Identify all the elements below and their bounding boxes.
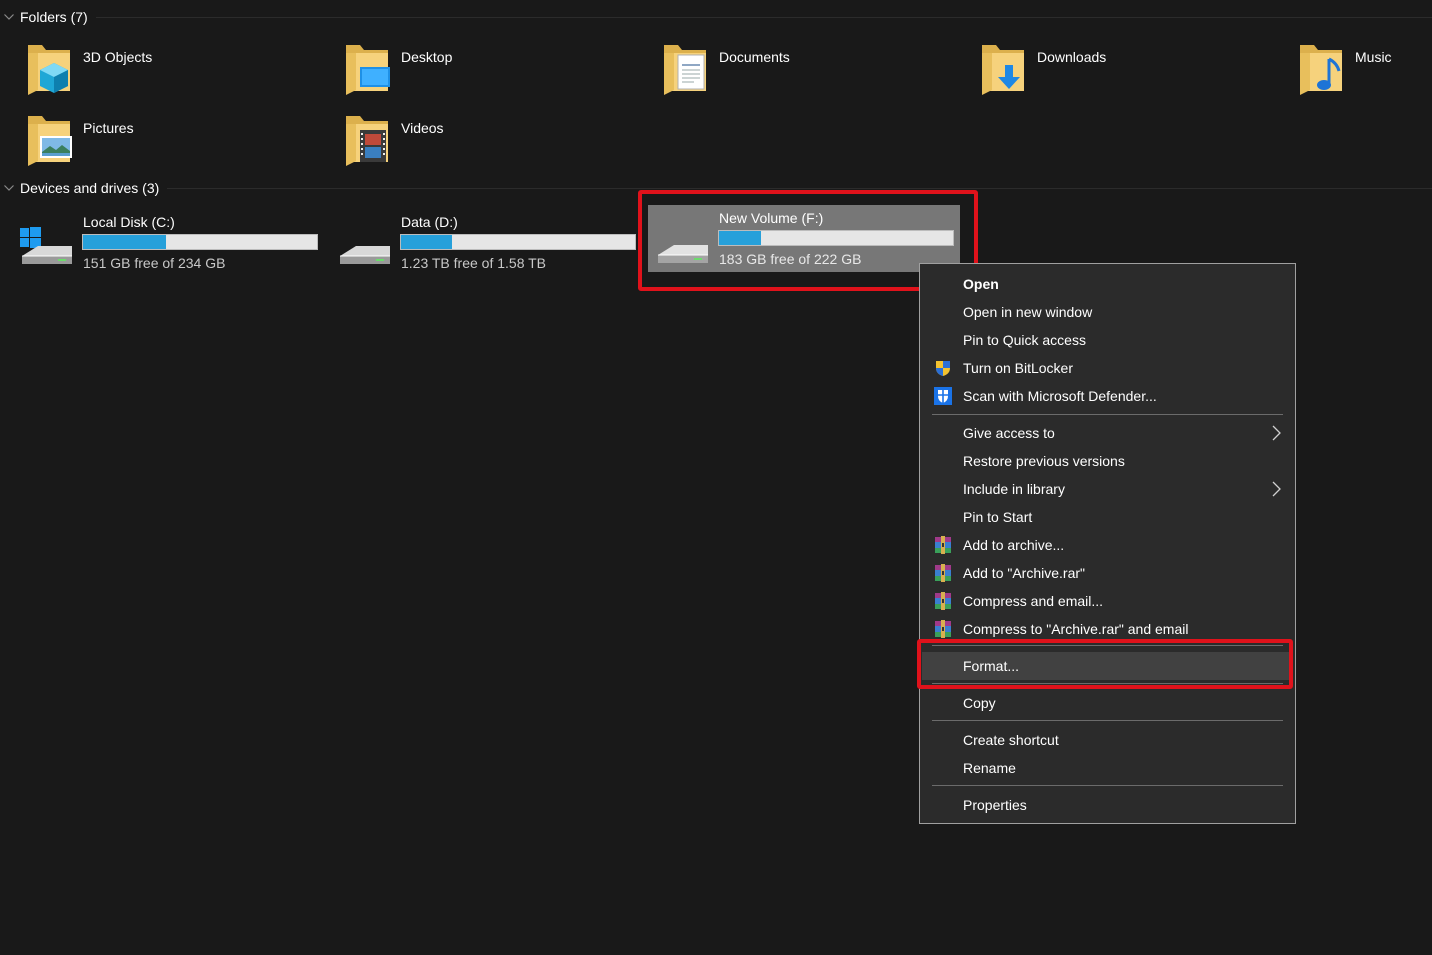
- winrar-icon: [935, 592, 951, 610]
- menu-separator: [932, 683, 1283, 684]
- menu-item-label: Include in library: [963, 481, 1065, 497]
- file-explorer-this-pc: Folders (7) 3D Objects Desktop Documents…: [0, 0, 1432, 955]
- menu-item-rename[interactable]: Rename: [922, 754, 1293, 782]
- menu-item-properties[interactable]: Properties: [922, 791, 1293, 819]
- menu-separator: [932, 414, 1283, 415]
- drive-free-space: 1.23 TB free of 1.58 TB: [401, 255, 547, 271]
- folders-group-header[interactable]: Folders (7): [0, 6, 1432, 28]
- menu-item-label: Pin to Quick access: [963, 332, 1086, 348]
- drive-free-space: 151 GB free of 234 GB: [83, 255, 226, 271]
- menu-separator: [932, 645, 1283, 646]
- winrar-icon: [935, 620, 951, 638]
- folder-name: Pictures: [83, 120, 134, 136]
- folder-music[interactable]: Music: [1272, 41, 1432, 103]
- menu-item-open-new-window[interactable]: Open in new window: [922, 298, 1293, 326]
- menu-item-give-access[interactable]: Give access to: [922, 419, 1293, 447]
- documents-folder-icon: [664, 45, 706, 95]
- 3d-objects-folder-icon: [28, 45, 70, 95]
- menu-item-label: Open in new window: [963, 304, 1093, 320]
- context-menu: Open Open in new window Pin to Quick acc…: [919, 263, 1296, 824]
- drive-c[interactable]: Local Disk (C:) 151 GB free of 234 GB: [0, 210, 318, 274]
- defender-shield-icon: [934, 387, 952, 405]
- menu-item-label: Pin to Start: [963, 509, 1033, 525]
- menu-item-compress-email[interactable]: Compress and email...: [922, 587, 1293, 615]
- drive-name: New Volume (F:): [719, 210, 824, 226]
- group-divider: [167, 187, 1432, 189]
- menu-item-label: Add to archive...: [963, 537, 1065, 553]
- winrar-icon: [935, 564, 951, 582]
- menu-item-label: Give access to: [963, 425, 1055, 441]
- menu-item-pin-quick-access[interactable]: Pin to Quick access: [922, 326, 1293, 354]
- folder-name: Documents: [719, 49, 790, 65]
- drive-usage-bar: [718, 230, 954, 246]
- menu-item-compress-rar-email[interactable]: Compress to "Archive.rar" and email: [922, 615, 1293, 643]
- drive-usage-bar: [400, 234, 636, 250]
- menu-item-label: Copy: [963, 695, 996, 711]
- menu-item-scan-defender[interactable]: Scan with Microsoft Defender...: [922, 382, 1293, 410]
- folder-desktop[interactable]: Desktop: [318, 41, 618, 103]
- drive-usage-fill: [401, 235, 453, 249]
- drive-usage-fill: [719, 231, 762, 245]
- winrar-icon: [935, 536, 951, 554]
- menu-item-label: Compress to "Archive.rar" and email: [963, 621, 1189, 637]
- menu-item-label: Open: [963, 276, 999, 292]
- hard-drive-icon: [340, 246, 390, 264]
- hard-drive-icon: [658, 245, 708, 263]
- menu-item-label: Properties: [963, 797, 1027, 813]
- folder-downloads[interactable]: Downloads: [954, 41, 1254, 103]
- folder-name: Music: [1355, 49, 1392, 65]
- drive-name: Data (D:): [401, 214, 458, 230]
- folder-name: Downloads: [1037, 49, 1107, 65]
- menu-item-label: Add to "Archive.rar": [963, 565, 1085, 581]
- folder-videos[interactable]: Videos: [318, 112, 618, 174]
- menu-item-label: Compress and email...: [963, 593, 1104, 609]
- devices-group-header[interactable]: Devices and drives (3): [0, 177, 1432, 199]
- chevron-right-icon: [1272, 481, 1281, 497]
- menu-item-open[interactable]: Open: [922, 270, 1293, 298]
- downloads-folder-icon: [982, 45, 1024, 95]
- menu-item-include-library[interactable]: Include in library: [922, 475, 1293, 503]
- pictures-folder-icon: [28, 116, 72, 166]
- folder-pictures[interactable]: Pictures: [0, 112, 300, 174]
- chevron-down-icon[interactable]: [3, 11, 15, 23]
- menu-item-add-to-archive[interactable]: Add to archive...: [922, 531, 1293, 559]
- folder-name: 3D Objects: [83, 49, 153, 65]
- folder-name: Videos: [401, 120, 444, 136]
- desktop-folder-icon: [346, 45, 390, 95]
- drive-name: Local Disk (C:): [83, 214, 175, 230]
- menu-item-label: Turn on BitLocker: [963, 360, 1073, 376]
- drive-free-space: 183 GB free of 222 GB: [719, 251, 862, 267]
- folders-group-title: Folders (7): [20, 9, 88, 25]
- menu-item-label: Format...: [963, 658, 1020, 674]
- menu-item-label: Restore previous versions: [963, 453, 1125, 469]
- menu-item-copy[interactable]: Copy: [922, 689, 1293, 717]
- folder-name: Desktop: [401, 49, 453, 65]
- menu-item-format[interactable]: Format...: [922, 652, 1293, 680]
- devices-group-title: Devices and drives (3): [20, 180, 160, 196]
- drive-usage-bar: [82, 234, 318, 250]
- menu-item-label: Scan with Microsoft Defender...: [963, 388, 1157, 404]
- folder-3d-objects[interactable]: 3D Objects: [0, 41, 300, 103]
- folder-documents[interactable]: Documents: [636, 41, 936, 103]
- menu-item-label: Rename: [963, 760, 1016, 776]
- menu-separator: [932, 785, 1283, 786]
- chevron-right-icon: [1272, 425, 1281, 441]
- menu-item-add-to-archive-rar[interactable]: Add to "Archive.rar": [922, 559, 1293, 587]
- menu-separator: [932, 720, 1283, 721]
- drive-d[interactable]: Data (D:) 1.23 TB free of 1.58 TB: [318, 210, 636, 274]
- music-folder-icon: [1300, 45, 1342, 95]
- bitlocker-shield-icon: [936, 361, 950, 376]
- menu-item-pin-start[interactable]: Pin to Start: [922, 503, 1293, 531]
- videos-folder-icon: [346, 116, 388, 166]
- menu-item-bitlocker[interactable]: Turn on BitLocker: [922, 354, 1293, 382]
- drive-usage-fill: [83, 235, 167, 249]
- group-divider: [95, 16, 1432, 18]
- drive-f[interactable]: New Volume (F:) 183 GB free of 222 GB: [648, 205, 960, 272]
- menu-item-restore-versions[interactable]: Restore previous versions: [922, 447, 1293, 475]
- menu-item-label: Create shortcut: [963, 732, 1059, 748]
- windows-drive-icon: [20, 227, 72, 264]
- menu-item-create-shortcut[interactable]: Create shortcut: [922, 726, 1293, 754]
- chevron-down-icon[interactable]: [3, 182, 15, 194]
